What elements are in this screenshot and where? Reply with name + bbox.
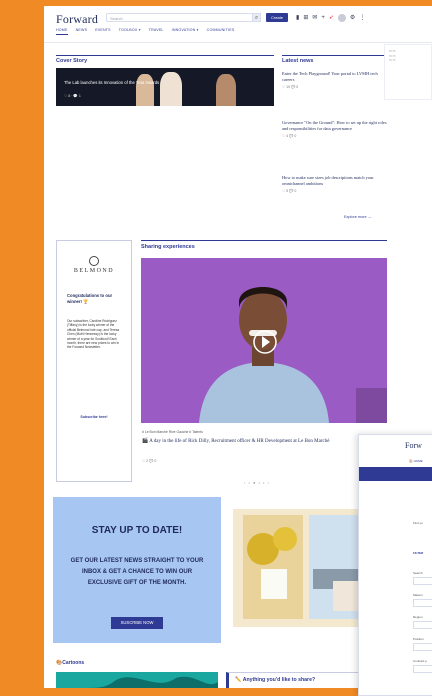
nav-home[interactable]: HOME: [56, 28, 68, 35]
panel-line: ▭ ▭: [389, 58, 396, 62]
search-icon[interactable]: ⌕: [252, 13, 261, 22]
notification-icon[interactable]: ▮: [296, 14, 299, 22]
news-meta: ♡ 4 💬 0: [282, 134, 297, 138]
ad-brand: BELMOND: [73, 268, 115, 274]
cover-story-title[interactable]: The Lab launches its Innovation of the Y…: [64, 80, 159, 85]
latest-news-heading: Latest news: [282, 58, 314, 64]
nav-news[interactable]: NEWS: [76, 28, 88, 35]
cover-person-image: [136, 74, 154, 106]
grid-icon[interactable]: ⊞: [303, 14, 308, 22]
cover-story-card[interactable]: The Lab launches its Innovation of the Y…: [56, 68, 274, 106]
filter-position-select[interactable]: [413, 643, 432, 651]
filter-contract-select[interactable]: [413, 665, 432, 673]
cartoon-image[interactable]: [56, 672, 218, 688]
search-input[interactable]: Search: [106, 13, 256, 22]
news-item[interactable]: Enter the Tech Playground! Your portal t…: [282, 71, 387, 89]
news-meta: ♡ 5 💬 0: [282, 189, 297, 193]
cover-story-meta: ♡ 8 · 💬 1: [64, 94, 81, 98]
cover-person-image: [160, 72, 182, 106]
filter-logo[interactable]: Forw: [405, 441, 422, 450]
site-logo[interactable]: Forward: [56, 12, 98, 27]
newsletter-promo: STAY UP TO DATE! GET OUR LATEST NEWS STR…: [53, 497, 221, 643]
cartoons-heading: 🎨Cartoons: [56, 660, 85, 666]
nav-toolbox[interactable]: TOOLBOX ▾: [119, 28, 141, 35]
section-divider: [282, 55, 387, 56]
sharing-heading: Sharing experiences: [141, 244, 195, 250]
side-panel: ▭ ▭ ▭ ▭ ▭ ▭: [384, 44, 432, 100]
cover-person-image: [216, 74, 236, 106]
avatar[interactable]: [337, 14, 346, 22]
nav-travel[interactable]: TRAVEL: [149, 28, 164, 35]
filter-label-contract: Contract p: [413, 659, 427, 663]
section-divider: [141, 240, 387, 241]
news-title[interactable]: Governance "On the Ground": How to set u…: [282, 120, 387, 132]
news-title[interactable]: How to make sure sizes job descriptions …: [282, 175, 387, 187]
news-item[interactable]: Governance "On the Ground": How to set u…: [282, 120, 387, 138]
cartoon-preview: [56, 672, 218, 688]
filter-find-text: Find yo: [413, 521, 423, 525]
plus-icon[interactable]: +: [321, 14, 325, 22]
main-nav: HOME NEWS EVENTS TOOLBOX ▾ TRAVEL INNOVA…: [56, 28, 234, 35]
menu-icon[interactable]: ⋮: [359, 14, 365, 22]
create-button[interactable]: Create: [266, 13, 288, 22]
settings-icon[interactable]: ⚙: [350, 14, 355, 22]
filter-search-input[interactable]: [413, 577, 432, 585]
filter-banner: [359, 467, 432, 481]
explore-more-link[interactable]: Explore more →: [344, 215, 371, 219]
rocket-icon[interactable]: ➶: [329, 14, 334, 22]
video-tags[interactable]: # Le Bon Marché Rive Gauche # Talents: [142, 430, 203, 434]
ad-congrats: Congratulations to our winner! 🏆: [67, 293, 113, 304]
ad-body: Our subscriber, Caroline Rodriguez (Tiff…: [67, 319, 120, 350]
nav-innovation[interactable]: INNOVATION ▾: [172, 28, 199, 35]
video-meta: ♡ 2 💬 0: [142, 459, 157, 463]
belmond-logo-icon: [89, 256, 99, 266]
section-divider: [56, 55, 274, 56]
video-thumbnail: [141, 258, 387, 423]
filter-maison-select[interactable]: [413, 599, 432, 607]
header-icons: ▮ ⊞ ✉ + ➶ ⚙ ⋮: [296, 14, 365, 22]
filter-home-link[interactable]: 🏠 HOME: [409, 459, 423, 463]
news-meta: ♡ 19 💬 0: [282, 85, 299, 89]
filter-label-region: Region: [413, 615, 423, 619]
news-item[interactable]: How to make sure sizes job descriptions …: [282, 175, 387, 193]
mail-icon[interactable]: ✉: [312, 14, 317, 22]
site-header: Forward Search ⌕ Create ▮ ⊞ ✉ + ➶ ⚙ ⋮ HO…: [44, 6, 432, 43]
video-player[interactable]: [141, 258, 387, 423]
filter-label-maison: Maison: [413, 593, 423, 597]
filter-panel: Forw 🏠 HOME Find yo FILTER Search Maison…: [358, 434, 432, 696]
filter-title: FILTER: [413, 551, 424, 555]
cover-story-heading: Cover Story: [56, 58, 88, 64]
nav-communities[interactable]: COMMUNITIES: [207, 28, 235, 35]
filter-region-select[interactable]: [413, 621, 432, 629]
carousel-dots[interactable]: ‹ • ● • • ›: [244, 480, 270, 485]
news-title[interactable]: Enter the Tech Playground! Your portal t…: [282, 71, 387, 83]
filter-label-position: Position: [413, 637, 424, 641]
nav-events[interactable]: EVENTS: [95, 28, 111, 35]
filter-label-search: Search: [413, 571, 423, 575]
promo-text: GET OUR LATEST NEWS STRAIGHT TO YOUR INB…: [70, 558, 204, 586]
subscribe-button[interactable]: SUSCRIBE NOW: [111, 617, 163, 629]
promo-heading: STAY UP TO DATE!: [91, 525, 183, 536]
belmond-ad[interactable]: BELMOND Congratulations to our winner! 🏆…: [56, 240, 132, 482]
subscribe-link[interactable]: Subscribe here!: [57, 415, 131, 419]
video-title[interactable]: 🎬 A day in the life of Rick Dilly, Recru…: [142, 438, 372, 445]
